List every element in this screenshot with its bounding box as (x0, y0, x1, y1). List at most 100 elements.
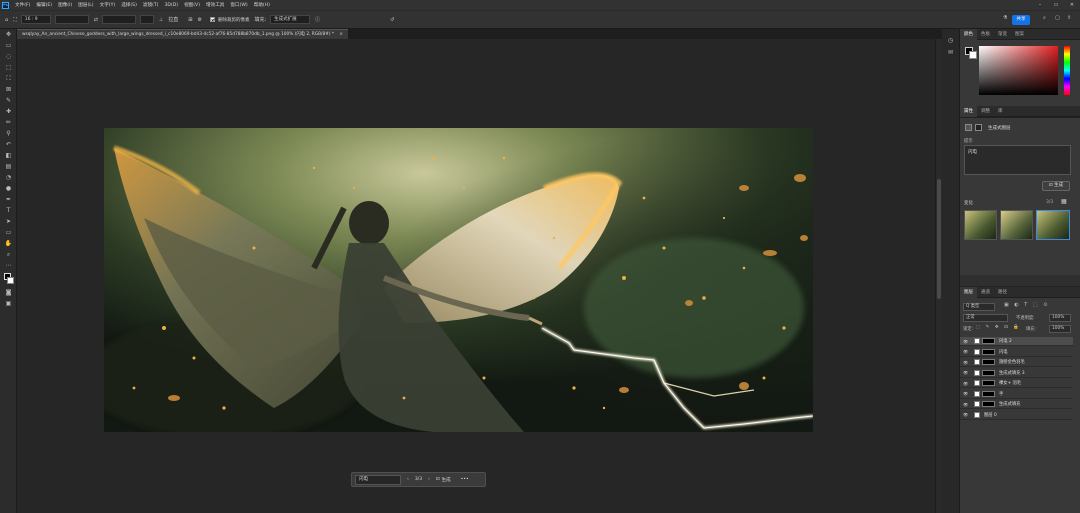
fill-select[interactable]: 生成式扩展 (270, 15, 311, 24)
move-tool-icon[interactable]: ✥ (0, 29, 17, 40)
menu-help[interactable]: 帮助(H) (251, 2, 273, 8)
reset-icon[interactable]: ↺ (390, 17, 394, 23)
layer-thumbnail[interactable] (974, 348, 980, 355)
flask-icon[interactable]: ⚗ (1003, 15, 1007, 21)
crop-tool-icon[interactable]: ⛶ (0, 73, 17, 84)
width-field[interactable] (54, 15, 89, 24)
layer-thumbnail[interactable] (974, 338, 980, 344)
variation-thumbnail-2[interactable] (1000, 210, 1033, 240)
gradient-tool-icon[interactable]: ▤ (0, 161, 17, 172)
menu-window[interactable]: 窗口(W) (227, 2, 250, 8)
layer-thumbnail[interactable] (974, 390, 980, 397)
visibility-eye-icon[interactable]: 👁 (963, 402, 969, 407)
maximize-icon[interactable]: ▭ (1048, 0, 1064, 10)
artboard-tool-icon[interactable]: ▭ (0, 40, 17, 51)
variation-thumbnail-3[interactable] (1036, 210, 1070, 240)
color-swatches[interactable] (0, 271, 17, 287)
layer-row[interactable]: 👁 翅膀金色羽毛 (960, 358, 1073, 367)
visibility-eye-icon[interactable]: 👁 (963, 370, 969, 375)
menu-filter[interactable]: 滤镜(T) (140, 2, 162, 8)
opacity-field[interactable]: 100% (1049, 314, 1071, 322)
history-brush-tool-icon[interactable]: ↶ (0, 139, 17, 150)
visibility-eye-icon[interactable]: 👁 (963, 381, 969, 386)
layer-row[interactable]: 👁 图层 0 (960, 411, 1073, 420)
overlay-grid-icon[interactable]: ⊞ (188, 17, 192, 23)
tab-libraries[interactable]: 库 (994, 106, 1007, 117)
tab-swatches[interactable]: 色板 (977, 29, 994, 40)
layer-name[interactable]: 闪电 2 (999, 338, 1012, 344)
tab-adjustments[interactable]: 调整 (977, 106, 994, 117)
ratio-select[interactable]: 16 : 9 (20, 15, 51, 24)
layer-name[interactable]: 闪电 (999, 349, 1008, 355)
eyedropper-tool-icon[interactable]: ✎ (0, 95, 17, 106)
tab-layers[interactable]: 图层 (960, 286, 977, 298)
layer-name[interactable]: 图层 0 (984, 412, 997, 418)
menu-type[interactable]: 文字(Y) (97, 2, 119, 8)
layer-name[interactable]: 生成式填充 (999, 401, 1020, 407)
lock-icons[interactable]: ⬚ ✎ ✥ ⊡ 🔒 (976, 325, 1021, 330)
generate-button[interactable]: ⊡ 生成 (1042, 181, 1070, 191)
quick-mask-icon[interactable]: ◙ (0, 287, 17, 298)
menu-edit[interactable]: 编辑(E) (33, 2, 55, 8)
menu-3d[interactable]: 3D(D) (161, 3, 181, 8)
hue-slider[interactable] (1064, 46, 1070, 95)
background-color-swatch[interactable] (969, 51, 977, 59)
tab-color[interactable]: 颜色 (960, 28, 977, 40)
search-icon[interactable]: ⌕ (1043, 15, 1046, 21)
more-options-button[interactable]: ••• (461, 477, 469, 482)
straighten-label[interactable]: 拉直 (168, 16, 178, 23)
layer-mask-thumbnail[interactable] (982, 359, 995, 365)
scrollbar-thumb[interactable] (937, 179, 941, 299)
generate-button[interactable]: 生成 (442, 477, 451, 483)
blend-mode-select[interactable]: 正常 (963, 314, 1008, 322)
menu-layer[interactable]: 图层(L) (75, 2, 96, 8)
eraser-tool-icon[interactable]: ◧ (0, 150, 17, 161)
filter-icons[interactable]: ▣ ◐ T ⬚ ⊙ (1004, 302, 1049, 308)
screen-mode-icon[interactable]: ▣ (0, 298, 17, 309)
tab-channels[interactable]: 通道 (977, 287, 994, 298)
close-tab-icon[interactable]: × (339, 32, 343, 37)
visibility-eye-icon[interactable]: 👁 (963, 412, 969, 417)
menu-select[interactable]: 选择(S) (118, 2, 140, 8)
lasso-tool-icon[interactable]: ◌ (0, 51, 17, 62)
height-field[interactable] (101, 15, 136, 24)
visibility-eye-icon[interactable]: 👁 (963, 339, 969, 344)
zoom-tool-icon[interactable]: ⌕ (0, 249, 17, 260)
clear-button[interactable] (139, 15, 154, 24)
layer-name[interactable]: 手 (999, 391, 1003, 397)
rectangle-tool-icon[interactable]: ▭ (0, 227, 17, 238)
layer-thumbnail[interactable] (974, 369, 980, 376)
layer-thumbnail[interactable] (974, 411, 980, 418)
menu-file[interactable]: 文件(F) (12, 2, 33, 8)
layer-mask-thumbnail[interactable] (982, 348, 995, 355)
canvas-image[interactable] (104, 128, 813, 432)
tab-properties[interactable]: 属性 (960, 105, 977, 117)
layer-name[interactable]: 裸女+ 羽毛 (999, 380, 1021, 386)
swap-icon[interactable]: ⇄ (94, 17, 98, 23)
brush-tool-icon[interactable]: ✏ (0, 117, 17, 128)
tab-patterns[interactable]: 图案 (1011, 29, 1028, 40)
delete-pixels-checkbox[interactable]: 删除裁剪的像素 (209, 17, 249, 23)
straighten-icon[interactable]: ⊥ (159, 17, 163, 23)
color-picker-field[interactable] (979, 46, 1058, 95)
layer-name[interactable]: 生成式填充 3 (999, 370, 1025, 376)
visibility-eye-icon[interactable]: 👁 (963, 391, 969, 396)
share-icon[interactable]: ⇪ (1067, 15, 1071, 21)
dodge-tool-icon[interactable]: ● (0, 183, 17, 194)
layer-row[interactable]: 👁 手 (960, 390, 1073, 399)
variation-thumbnail-1[interactable] (964, 210, 997, 240)
layer-mask-thumbnail[interactable] (982, 401, 995, 407)
layer-mask-thumbnail[interactable] (982, 390, 995, 397)
grid-view-icon[interactable]: ▦ (1061, 198, 1067, 205)
history-icon[interactable]: ◷ (942, 35, 959, 47)
next-variation-icon[interactable]: › (428, 477, 430, 482)
hand-tool-icon[interactable]: ✋ (0, 238, 17, 249)
layer-thumbnail[interactable] (974, 380, 980, 386)
previous-variation-icon[interactable]: ‹ (407, 477, 409, 482)
share-button[interactable]: 共享 (1012, 15, 1030, 25)
tab-paths[interactable]: 路径 (994, 287, 1011, 298)
home-icon[interactable]: ⌂ (5, 17, 8, 23)
crop-tool-icon[interactable]: ⛶ (13, 17, 17, 23)
more-tools-icon[interactable]: ⋯ (0, 260, 17, 271)
canvas-vertical-scrollbar[interactable] (935, 39, 942, 513)
